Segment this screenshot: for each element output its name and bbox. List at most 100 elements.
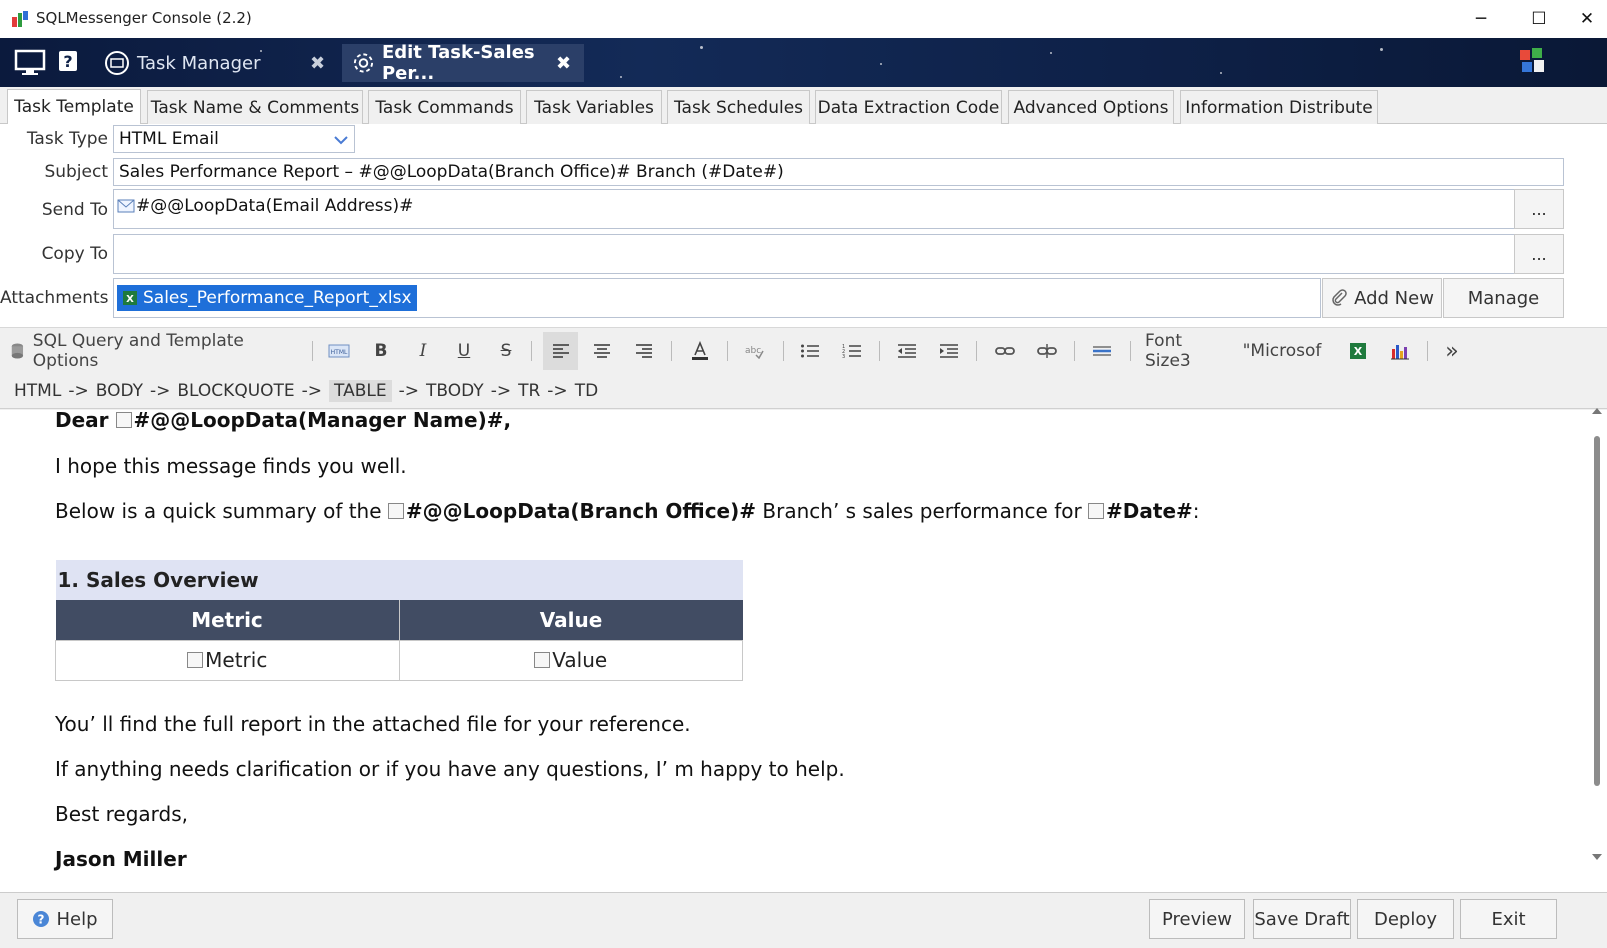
path-html[interactable]: HTML xyxy=(14,381,61,401)
database-icon xyxy=(11,343,24,359)
strikethrough-button[interactable]: S xyxy=(493,336,519,366)
align-right-icon[interactable] xyxy=(631,336,657,366)
font-size-select[interactable]: Font Size3 xyxy=(1145,331,1233,371)
minimize-button[interactable]: ─ xyxy=(1452,0,1510,38)
column-header-metric: Metric xyxy=(55,600,400,640)
help-button[interactable]: ? Help xyxy=(17,899,113,939)
chevron-down-icon xyxy=(334,136,348,145)
closing-line: Best regards, xyxy=(55,802,189,826)
tab-task-template[interactable]: Task Template xyxy=(7,89,141,124)
send-to-label: Send To xyxy=(41,200,108,220)
tab-task-manager[interactable]: Task Manager ✖ xyxy=(104,44,340,82)
attachments-list[interactable]: X Sales_Performance_Report_xlsx xyxy=(113,278,1321,318)
align-left-icon[interactable] xyxy=(543,332,578,370)
html-source-icon[interactable]: HTML xyxy=(326,336,352,366)
deploy-button[interactable]: Deploy xyxy=(1357,899,1454,939)
excel-file-icon: X xyxy=(123,291,137,305)
attachment-item[interactable]: X Sales_Performance_Report_xlsx xyxy=(117,285,417,311)
tab-advanced-options[interactable]: Advanced Options xyxy=(1008,90,1174,124)
numbered-list-icon[interactable]: 123 xyxy=(839,336,865,366)
scroll-down-icon[interactable] xyxy=(1591,852,1603,862)
tab-edit-task-label: Edit Task-Sales Per... xyxy=(381,42,535,84)
scrollbar-thumb[interactable] xyxy=(1594,436,1600,786)
save-draft-button[interactable]: Save Draft xyxy=(1253,899,1351,939)
path-tbody[interactable]: TBODY xyxy=(426,381,484,401)
copy-to-browse-button[interactable]: ... xyxy=(1514,234,1564,274)
close-tab-icon[interactable]: ✖ xyxy=(310,53,325,74)
maximize-button[interactable]: ☐ xyxy=(1510,0,1568,38)
element-path-bar: HTML -> BODY -> BLOCKQUOTE -> TABLE -> TBODY… xyxy=(0,373,1607,409)
path-tr[interactable]: TR xyxy=(518,381,540,401)
monitor-icon[interactable] xyxy=(14,49,46,77)
tab-task-variables[interactable]: Task Variables xyxy=(526,90,662,124)
font-name-select[interactable]: "Microsof xyxy=(1240,336,1324,366)
horizontal-rule-icon[interactable] xyxy=(1089,336,1115,366)
more-tools-icon[interactable]: » xyxy=(1440,336,1464,366)
help-icon[interactable]: ? xyxy=(58,50,78,72)
sql-options-label: SQL Query and Template Options xyxy=(32,331,244,371)
close-window-button[interactable]: ✕ xyxy=(1567,0,1607,38)
send-to-value: #@@LoopData(Email Address)# xyxy=(136,196,414,216)
indent-icon[interactable] xyxy=(936,336,962,366)
chart-icon[interactable] xyxy=(1388,336,1412,366)
spellcheck-icon[interactable]: abc xyxy=(741,336,767,366)
close-tab-icon[interactable]: ✖ xyxy=(556,53,571,74)
send-to-input[interactable]: #@@LoopData(Email Address)# xyxy=(113,189,1515,229)
align-center-icon[interactable] xyxy=(589,336,615,366)
add-new-attachment-button[interactable]: Add New xyxy=(1322,278,1442,318)
path-table[interactable]: TABLE xyxy=(329,379,392,402)
broken-image-icon xyxy=(534,652,551,668)
path-blockquote[interactable]: BLOCKQUOTE xyxy=(177,381,294,401)
sql-options-button[interactable]: SQL Query and Template Options xyxy=(8,331,298,371)
copy-to-input[interactable] xyxy=(113,234,1515,274)
add-new-label: Add New xyxy=(1354,287,1434,309)
copy-to-label: Copy To xyxy=(41,244,108,264)
subject-input[interactable]: Sales Performance Report – #@@LoopData(B… xyxy=(113,158,1564,186)
attachment-filename: Sales_Performance_Report_xlsx xyxy=(143,288,412,308)
tab-edit-task[interactable]: Edit Task-Sales Per... ✖ xyxy=(342,42,584,84)
intro-line: I hope this message finds you well. xyxy=(55,454,407,478)
column-header-value: Value xyxy=(399,600,743,640)
path-body[interactable]: BODY xyxy=(96,381,143,401)
summary-line: Below is a quick summary of the #@@LoopD… xyxy=(55,499,1200,523)
app-icon xyxy=(12,11,28,27)
insert-link-icon[interactable] xyxy=(992,336,1018,366)
attachments-label: Attachments xyxy=(0,288,109,308)
broken-image-icon xyxy=(187,652,204,668)
broken-image-icon xyxy=(115,412,132,428)
sales-overview-table[interactable]: 1. Sales Overview Metric Value Metric Va… xyxy=(55,560,743,681)
signature: Jason Miller xyxy=(55,847,187,871)
excel-icon[interactable]: X xyxy=(1346,336,1370,366)
font-color-icon[interactable] xyxy=(687,336,713,366)
svg-text:?: ? xyxy=(38,913,45,927)
scroll-up-icon[interactable] xyxy=(1591,406,1603,416)
underline-button[interactable]: U xyxy=(451,336,477,366)
preview-button[interactable]: Preview xyxy=(1149,899,1245,939)
tab-task-manager-label: Task Manager xyxy=(137,52,261,74)
bold-button[interactable]: B xyxy=(368,336,394,366)
outdent-icon[interactable] xyxy=(894,336,920,366)
subject-value: Sales Performance Report – #@@LoopData(B… xyxy=(119,162,784,182)
table-title: 1. Sales Overview xyxy=(55,560,743,600)
tab-strip: Task Template Task Name & Comments Task … xyxy=(0,87,1607,124)
path-td[interactable]: TD xyxy=(575,381,598,401)
help-icon: ? xyxy=(33,911,50,927)
greeting-line: Dear #@@LoopData(Manager Name)#, xyxy=(55,410,512,432)
bullet-list-icon[interactable] xyxy=(797,336,823,366)
remove-link-icon[interactable] xyxy=(1034,336,1060,366)
tab-task-commands[interactable]: Task Commands xyxy=(368,90,521,124)
italic-button[interactable]: I xyxy=(410,336,436,366)
subject-label: Subject xyxy=(44,162,108,182)
send-to-browse-button[interactable]: ... xyxy=(1514,189,1564,229)
tab-data-extraction-code[interactable]: Data Extraction Code xyxy=(815,90,1002,124)
svg-text:3: 3 xyxy=(842,354,845,359)
task-type-select[interactable]: HTML Email xyxy=(113,125,355,153)
editor-scrollbar[interactable] xyxy=(1587,408,1607,892)
tab-task-schedules[interactable]: Task Schedules xyxy=(667,90,810,124)
manage-attachments-button[interactable]: Manage xyxy=(1443,278,1564,318)
email-body-editor[interactable]: Dear #@@LoopData(Manager Name)#, I hope … xyxy=(0,410,1587,892)
exit-button[interactable]: Exit xyxy=(1460,899,1557,939)
tab-task-name-comments[interactable]: Task Name & Comments xyxy=(147,90,363,124)
broken-image-icon xyxy=(387,503,404,519)
tab-information-distribute[interactable]: Information Distribute xyxy=(1180,90,1378,124)
